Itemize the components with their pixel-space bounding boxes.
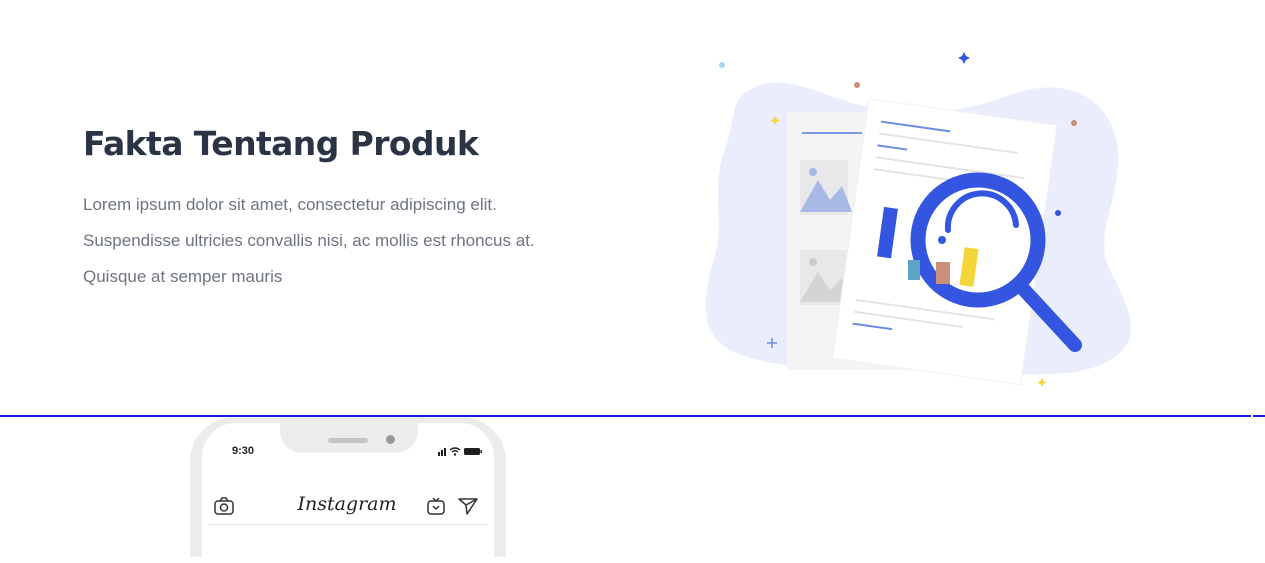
description-line-3: Quisque at semper mauris (83, 267, 283, 286)
status-icons (438, 447, 482, 456)
description-line-2: Suspendisse ultricies convallis nisi, ac… (83, 231, 535, 250)
speaker-grille (328, 438, 368, 443)
signal-icon (438, 448, 446, 456)
instagram-bar-separator (208, 524, 488, 525)
front-camera (386, 435, 395, 444)
description-line-1: Lorem ipsum dolor sit amet, consectetur … (83, 195, 497, 214)
status-time: 9:30 (232, 445, 255, 457)
hero-section: Fakta Tentang Produk Lorem ipsum dolor s… (0, 0, 1265, 415)
document-magnifier-illustration (705, 52, 1131, 387)
phone-mockup: 9:30 Instagram (190, 417, 506, 563)
instagram-top-bar: Instagram (202, 489, 494, 525)
phone-screen: 9:30 Instagram (202, 423, 494, 563)
send-icon[interactable] (458, 497, 478, 515)
battery-icon (464, 448, 482, 455)
instagram-logo: Instagram (297, 493, 397, 515)
phone-notch (280, 423, 418, 453)
camera-icon[interactable] (214, 497, 234, 515)
section-divider-tail (1253, 415, 1265, 417)
igtv-icon[interactable] (426, 497, 446, 515)
hero-description: Lorem ipsum dolor sit amet, consectetur … (83, 194, 643, 302)
wifi-icon (449, 447, 461, 456)
page-title: Fakta Tentang Produk (83, 124, 479, 163)
section-divider (0, 415, 1251, 417)
